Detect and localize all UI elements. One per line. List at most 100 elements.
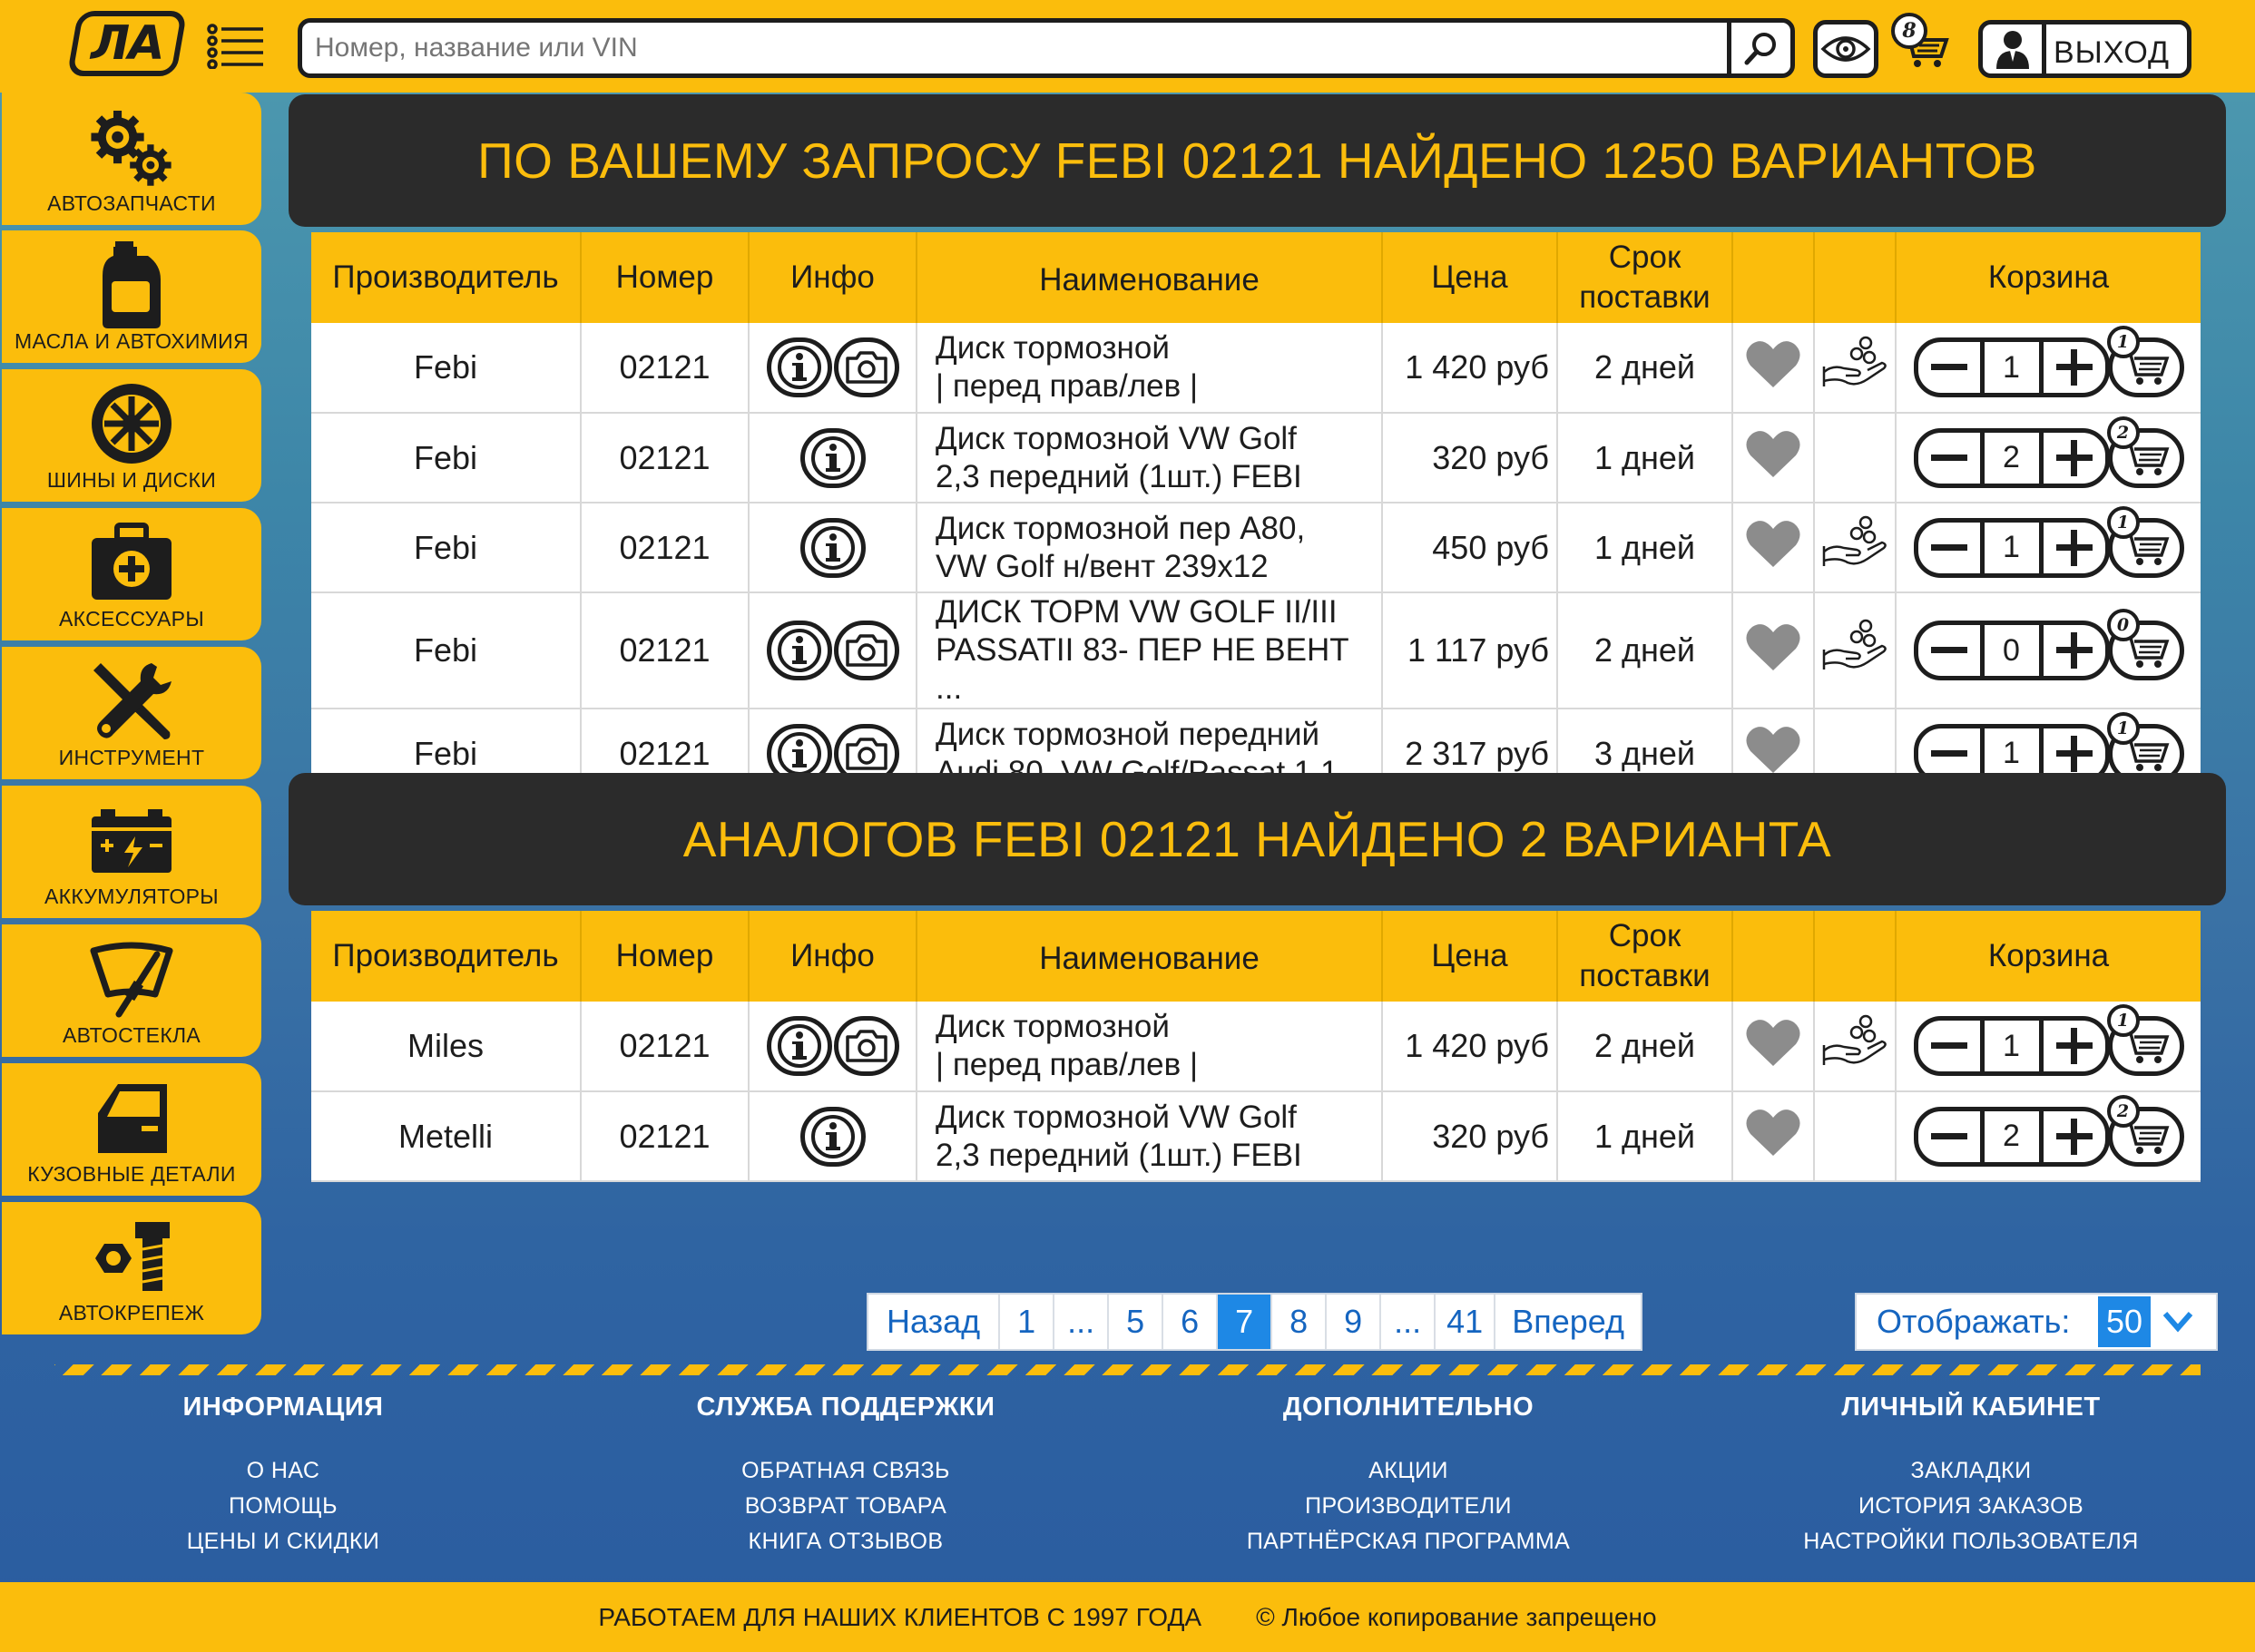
quantity-value[interactable]: 2 [1979,1110,2044,1162]
discount-cell[interactable] [1814,592,1897,709]
per-page-select[interactable]: Отображать: 50 [1855,1293,2218,1351]
info-button[interactable] [766,621,832,680]
footer-link[interactable]: ЗАКЛАДКИ [1717,1453,2225,1489]
page-link[interactable]: 6 [1163,1295,1219,1349]
discount-hand-icon[interactable] [1820,619,1889,675]
increase-button[interactable] [2044,523,2105,573]
info-button[interactable] [766,337,832,397]
sidebar-item-tools[interactable]: ИНСТРУМЕНТ [2,647,261,779]
col-name[interactable]: Наименование [917,232,1383,323]
page-link[interactable]: 7 [1218,1295,1273,1349]
footer-link[interactable]: ПОМОЩЬ [29,1489,537,1524]
sidebar-item-oils[interactable]: МАСЛА И АВТОХИМИЯ [2,230,261,363]
col-maker[interactable]: Производитель [311,232,582,323]
sidebar-item-body[interactable]: КУЗОВНЫЕ ДЕТАЛИ [2,1063,261,1196]
page-link[interactable]: 5 [1109,1295,1164,1349]
footer-link[interactable]: ИСТОРИЯ ЗАКАЗОВ [1717,1489,2225,1524]
search-button[interactable] [1727,23,1790,73]
quantity-value[interactable]: 1 [1979,1021,2044,1071]
quantity-value[interactable]: 1 [1979,342,2044,393]
footer-link[interactable]: КНИГА ОТЗЫВОВ [592,1524,1100,1559]
prev-page-button[interactable]: Назад [868,1295,1001,1349]
discount-cell[interactable] [1814,323,1897,414]
increase-button[interactable] [2044,625,2105,676]
heart-icon[interactable] [1745,338,1801,389]
decrease-button[interactable] [1918,625,1980,676]
photo-button[interactable] [833,337,899,397]
info-button[interactable] [799,427,866,488]
name-cell[interactable]: Диск тормозной пер A80, VW Golf н/вент 2… [917,503,1383,593]
footer-link[interactable]: ПРОИЗВОДИТЕЛИ [1154,1489,1662,1524]
favorite-cell[interactable] [1732,503,1815,593]
add-to-cart-button[interactable]: 1 [2106,1004,2184,1076]
next-page-button[interactable]: Вперед [1495,1295,1641,1349]
exit-button[interactable]: ВЫХОД [1978,20,2191,78]
favorite-cell[interactable] [1732,413,1815,503]
footer-link[interactable]: АКЦИИ [1154,1453,1662,1489]
quantity-value[interactable]: 1 [1979,728,2044,779]
add-to-cart-button[interactable]: 1 [2106,326,2184,397]
sidebar-item-fasteners[interactable]: АВТОКРЕПЕЖ [2,1202,261,1334]
quantity-value[interactable]: 0 [1979,625,2044,676]
heart-icon[interactable] [1745,1017,1801,1068]
photo-button[interactable] [833,621,899,680]
decrease-button[interactable] [1918,342,1980,393]
decrease-button[interactable] [1918,523,1980,573]
increase-button[interactable] [2044,433,2105,484]
favorite-cell[interactable] [1732,323,1815,414]
discount-hand-icon[interactable] [1820,515,1889,572]
page-link[interactable]: 41 [1436,1295,1496,1349]
name-cell[interactable]: Диск тормозной VW Golf 2,3 передний (1шт… [917,1091,1383,1182]
footer-link[interactable]: ВОЗВРАТ ТОВАРА [592,1489,1100,1524]
quantity-value[interactable]: 2 [1979,432,2044,484]
name-cell[interactable]: ДИСК ТОРМ VW GOLF II/III PASSATII 83- ПЕ… [917,592,1383,709]
decrease-button[interactable] [1918,1021,1980,1071]
discount-hand-icon[interactable] [1820,336,1889,392]
heart-icon[interactable] [1745,518,1801,569]
sidebar-item-tires[interactable]: ШИНЫ И ДИСКИ [2,369,261,502]
site-logo[interactable]: ЛА [66,11,188,76]
per-page-value[interactable]: 50 [2098,1296,2151,1347]
increase-button[interactable] [2044,342,2105,393]
info-button[interactable] [799,1106,866,1167]
discount-cell[interactable] [1814,1002,1897,1092]
name-cell[interactable]: Диск тормозной | перед прав/лев | [917,323,1383,414]
increase-button[interactable] [2044,728,2105,779]
decrease-button[interactable] [1918,1111,1980,1162]
col-number[interactable]: Номер [581,911,750,1002]
favorite-cell[interactable] [1732,1002,1815,1092]
col-number[interactable]: Номер [581,232,750,323]
photo-button[interactable] [833,1016,899,1076]
col-name[interactable]: Наименование [917,911,1383,1002]
add-to-cart-button[interactable]: 0 [2106,609,2184,680]
footer-link[interactable]: ЦЕНЫ И СКИДКИ [29,1524,537,1559]
view-toggle-button[interactable] [1813,20,1878,78]
name-cell[interactable]: Диск тормозной | перед прав/лев | [917,1002,1383,1092]
add-to-cart-button[interactable]: 2 [2106,415,2184,488]
favorite-cell[interactable] [1732,1091,1815,1182]
increase-button[interactable] [2044,1111,2105,1162]
col-price[interactable]: Цена [1382,911,1558,1002]
header-cart-button[interactable]: 8 [1889,13,1960,78]
name-cell[interactable]: Диск тормозной VW Golf 2,3 передний (1шт… [917,413,1383,503]
page-link[interactable]: 9 [1327,1295,1382,1349]
quantity-value[interactable]: 1 [1979,522,2044,573]
heart-icon[interactable] [1745,724,1801,775]
add-to-cart-button[interactable]: 2 [2106,1094,2184,1167]
decrease-button[interactable] [1918,728,1980,779]
increase-button[interactable] [2044,1021,2105,1071]
sidebar-item-glass[interactable]: АВТОСТЕКЛА [2,924,261,1057]
footer-link[interactable]: НАСТРОЙКИ ПОЛЬЗОВАТЕЛЯ [1717,1524,2225,1559]
favorite-cell[interactable] [1732,592,1815,709]
footer-link[interactable]: О НАС [29,1453,537,1489]
page-link[interactable]: 8 [1272,1295,1328,1349]
col-price[interactable]: Цена [1382,232,1558,323]
discount-cell[interactable] [1814,503,1897,593]
chevron-down-icon[interactable] [2151,1310,2205,1334]
page-link[interactable]: 1 [1000,1295,1055,1349]
sidebar-item-autoparts[interactable]: АВТОЗАПЧАСТИ [2,93,261,225]
menu-list-icon[interactable] [207,24,265,69]
decrease-button[interactable] [1918,433,1980,484]
sidebar-item-accessories[interactable]: АКСЕССУАРЫ [2,508,261,640]
search-input[interactable] [315,30,1730,66]
